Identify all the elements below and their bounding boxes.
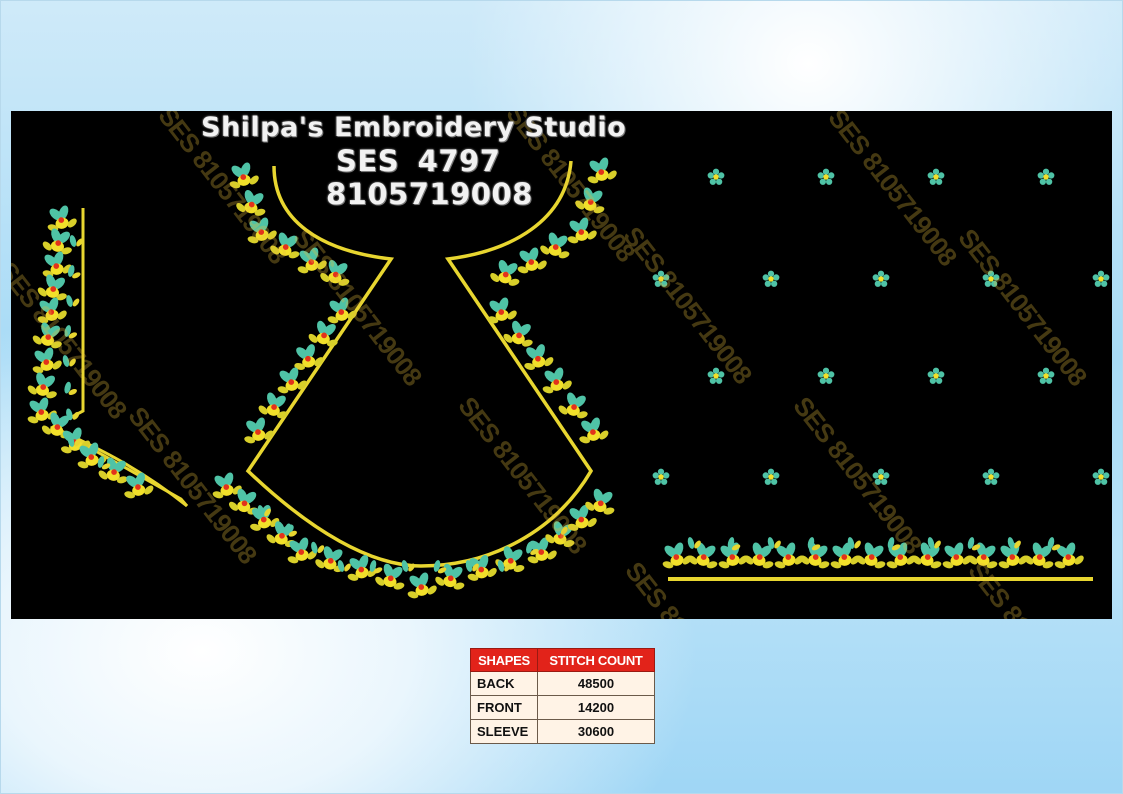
buta-flower-icon [927, 367, 945, 384]
buta-flower-icon [762, 468, 780, 485]
embroidery-design-panel: SES 8105719008 SES 8105719008 SES 81057190… [11, 111, 1112, 619]
count-cell: 30600 [537, 719, 655, 744]
shape-cell: SLEEVE [470, 719, 538, 744]
count-cell: 14200 [537, 695, 655, 720]
flower-motif-icon [573, 413, 612, 447]
buta-flower-icon [1092, 270, 1110, 287]
buta-flower-icon [762, 270, 780, 287]
flower-motif-icon [487, 255, 526, 290]
table-row: FRONT 14200 [470, 695, 655, 720]
stitch-count-table: SHAPES STITCH COUNT BACK 48500 FRONT 142… [470, 648, 655, 744]
flower-motif-icon [797, 538, 836, 572]
phone-number: 8105719008 [326, 177, 533, 211]
shape-cell: BACK [470, 671, 538, 696]
count-cell: 48500 [537, 671, 655, 696]
flower-motif-icon [41, 201, 80, 235]
buta-flower-icon [707, 168, 725, 185]
buta-flower-icon [817, 168, 835, 185]
flower-motif-icon [24, 368, 63, 402]
studio-name: Shilpa's Embroidery Studio [201, 112, 627, 143]
shape-cell: FRONT [470, 695, 538, 720]
table-row: BACK 48500 [470, 671, 655, 696]
flower-motif-icon [555, 388, 594, 422]
flower-motif-icon [255, 388, 294, 422]
leaf-motif-icon [65, 292, 83, 310]
design-code: SES 4797 [336, 144, 501, 178]
buta-flower-icon [1092, 468, 1110, 485]
flower-motif-icon [1048, 538, 1087, 572]
buta-flower-icon [1037, 168, 1055, 185]
flower-motif-icon [536, 363, 575, 397]
flower-motif-icon [582, 484, 621, 519]
buta-flower-icon [872, 270, 890, 287]
buta-flower-icon [652, 468, 670, 485]
buta-flower-icon [927, 168, 945, 185]
buta-flower-icon [817, 367, 835, 384]
flower-motif-icon [238, 413, 277, 447]
flower-motif-icon [537, 228, 576, 262]
flower-motif-icon [768, 538, 807, 572]
flower-motif-icon [401, 568, 440, 602]
table-row: SLEEVE 30600 [470, 719, 655, 744]
shapes-header: SHAPES [470, 648, 538, 672]
stitch-count-header: STITCH COUNT [537, 648, 655, 672]
table-header-row: SHAPES STITCH COUNT [470, 648, 655, 672]
buta-flower-icon [982, 468, 1000, 485]
